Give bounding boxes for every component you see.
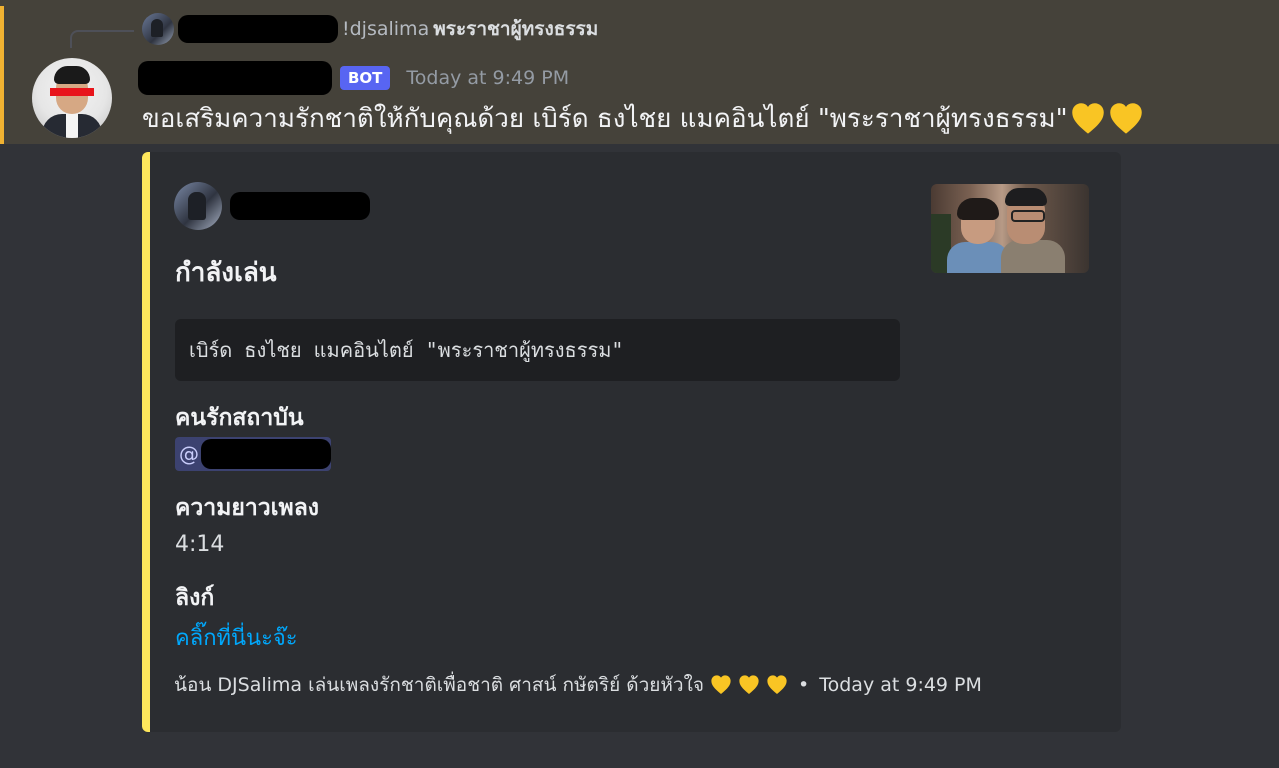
field-value-duration: 4:14 [175,532,225,557]
thumb-body-left [947,242,1009,273]
thumb-glasses [1011,210,1045,222]
user-mention[interactable]: @ [175,437,331,471]
reply-avatar[interactable] [142,13,174,45]
field-value-link[interactable]: คลิ๊กที่นี่นะจ๊ะ [175,620,298,655]
yellow-heart-icon [767,675,787,694]
field-name-link: ลิงก์ [175,585,215,611]
mention-redacted [201,439,331,469]
footer-separator: • [798,674,810,696]
bot-avatar[interactable] [32,58,112,138]
yellow-heart-icon [1108,101,1144,137]
mention-highlight-bar [0,6,4,144]
mention-at: @ [179,442,199,466]
field-name-supporter: คนรักสถาบัน [175,405,304,431]
embed-author-name-redacted[interactable] [230,192,370,220]
reply-content-title: พระราชาผู้ทรงธรรม [433,18,599,40]
footer-text: น้อน DJSalima เล่นเพลงรักชาติเพื่อชาติ ศ… [174,674,705,696]
embed-title: กำลังเล่น [175,258,277,288]
bot-tag: BOT [340,66,391,90]
thumb-hair-right [1005,188,1047,206]
avatar-shirt [66,114,78,138]
field-name-duration: ความยาวเพลง [175,495,320,521]
thumb-body-right [1001,240,1065,273]
message-text: ขอเสริมความรักชาติให้กับคุณด้วย เบิร์ด ธ… [142,104,1068,134]
thumb-hair-left [957,198,999,220]
message-timestamp[interactable]: Today at 9:49 PM [406,67,569,89]
embed-footer: น้อน DJSalima เล่นเพลงรักชาติเพื่อชาติ ศ… [174,670,982,700]
embed-accent-bar [142,152,150,732]
reply-content-prefix: !djsalima [342,18,430,40]
yellow-heart-icon [711,675,731,694]
yellow-heart-icon [1070,101,1106,137]
message-content: ขอเสริมความรักชาติให้กับคุณด้วย เบิร์ด ธ… [142,98,1144,139]
bot-username-redacted[interactable] [138,61,332,95]
embed-author[interactable] [174,182,370,230]
yellow-heart-icon [739,675,759,694]
avatar-hair [54,66,90,84]
message-header: BOT Today at 9:49 PM [138,58,569,98]
avatar-eye-bar [50,88,94,96]
embed-card: กำลังเล่น เบิร์ด ธงไชย แมคอินไตย์ "พระรา… [142,152,1121,732]
footer-timestamp: Today at 9:49 PM [819,674,982,696]
embed-code-block: เบิร์ด ธงไชย แมคอินไตย์ "พระราชาผู้ทรงธร… [175,319,900,381]
embed-thumbnail[interactable] [931,184,1089,273]
reply-username-redacted[interactable] [178,15,338,43]
embed-author-avatar[interactable] [174,182,222,230]
reply-spine [70,30,134,48]
reply-preview[interactable]: !djsalima พระราชาผู้ทรงธรรม [142,13,599,45]
